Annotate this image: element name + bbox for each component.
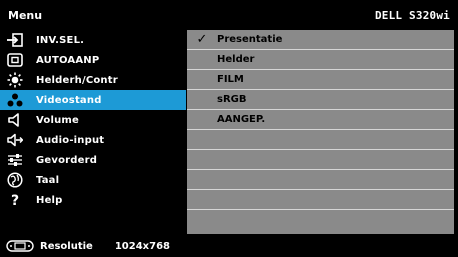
option-label: Helder [217,54,255,65]
menu-item-help[interactable]: ? Help [0,190,186,210]
menu-item-advanced-settings[interactable]: Gevorderd [0,150,186,170]
menu-item-input-select[interactable]: INV.SEL. [0,30,186,50]
option-label: sRGB [217,94,247,105]
video-mode-icon [6,91,24,109]
option-srgb[interactable]: sRGB [187,90,454,110]
resolution-label: Resolutie [40,240,93,252]
status-footer: Resolutie 1024x768 [0,235,458,257]
menu-item-label: Gevorderd [36,154,98,166]
osd-menu: Menu DELL S320wi INV.SEL. AUTOAANP Helde… [0,0,458,257]
menu-item-label: Help [36,194,63,206]
language-icon [6,171,24,189]
menu-item-label: Volume [36,114,80,126]
empty-row [187,150,454,170]
option-label: AANGEP. [217,114,266,125]
resolution-icon [6,237,34,256]
empty-row [187,130,454,150]
empty-row [187,170,454,190]
menu-item-volume[interactable]: Volume [0,110,186,130]
option-bright[interactable]: Helder [187,50,454,70]
brightness-icon [6,71,24,89]
menu-item-label: Helderh/Contr [36,74,118,86]
advanced-settings-icon [6,151,24,169]
menu-item-label: Audio-input [36,134,105,146]
model-name: DELL S320wi [374,8,450,22]
option-label: Presentatie [217,34,283,45]
menu-header: Menu DELL S320wi [0,0,458,30]
empty-row [187,190,454,210]
option-label: FILM [217,74,244,85]
menu-item-audio-input[interactable]: Audio-input [0,130,186,150]
volume-icon [6,111,24,129]
menu-item-language[interactable]: Taal [0,170,186,190]
menu-item-brightness-contrast[interactable]: Helderh/Contr [0,70,186,90]
menu-item-video-mode[interactable]: Videostand [0,90,186,110]
checkmark-icon: ✓ [196,32,208,47]
main-menu: INV.SEL. AUTOAANP Helderh/Contr Videosta… [0,30,186,234]
menu-item-label: Videostand [36,94,102,106]
menu-title: Menu [8,8,43,22]
auto-adjust-icon [6,51,24,69]
audio-input-icon [6,131,24,149]
resolution-value: 1024x768 [114,240,170,252]
menu-item-label: Taal [36,174,60,186]
option-custom[interactable]: AANGEP. [187,110,454,130]
menu-item-label: INV.SEL. [36,34,85,46]
menu-item-label: AUTOAANP [36,54,100,66]
video-mode-submenu: ✓ Presentatie Helder FILM sRGB AANGEP. [187,30,454,234]
help-icon: ? [6,191,24,209]
svg-text:?: ? [11,193,19,208]
option-presentation[interactable]: ✓ Presentatie [187,30,454,50]
menu-item-auto-adjust[interactable]: AUTOAANP [0,50,186,70]
option-movie[interactable]: FILM [187,70,454,90]
input-select-icon [6,31,24,49]
